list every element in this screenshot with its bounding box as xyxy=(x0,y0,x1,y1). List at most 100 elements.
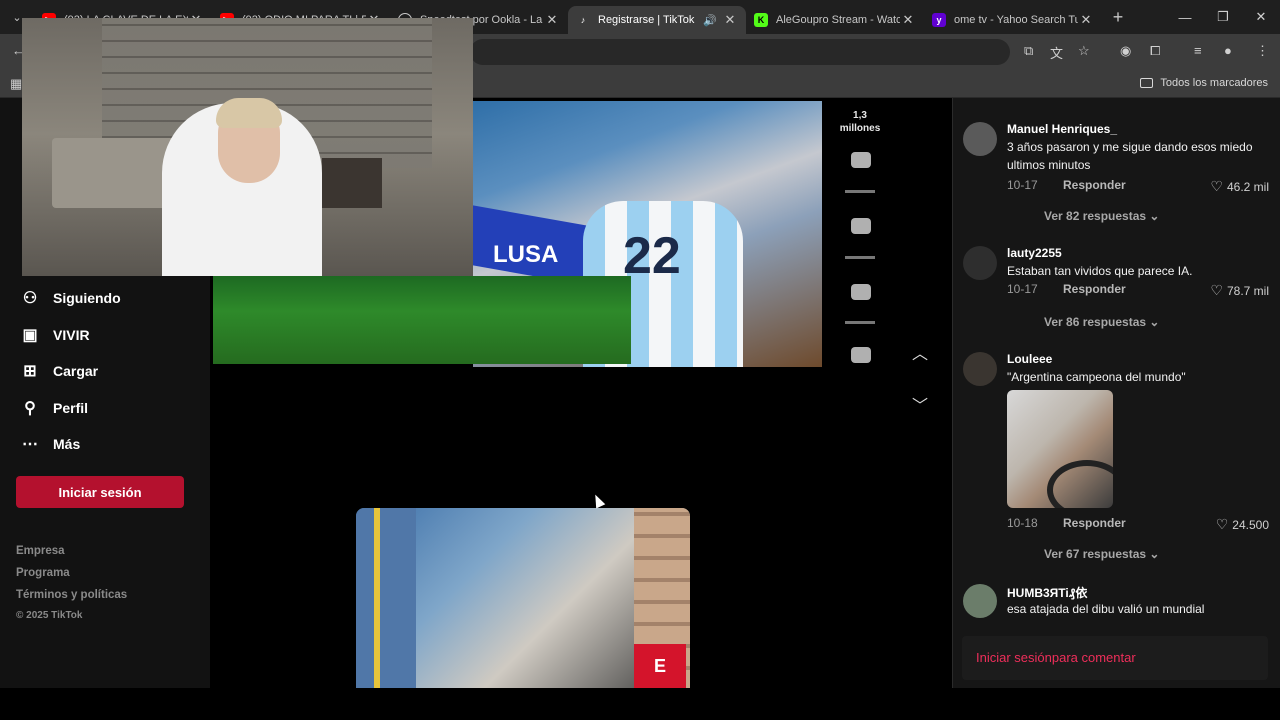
sidebar-item-live[interactable]: ▣ VIVIR xyxy=(20,325,90,345)
avatar[interactable] xyxy=(963,246,997,280)
view-replies-button[interactable]: Ver 86 respuestas ⌄ xyxy=(1044,315,1159,329)
profile-avatar-icon[interactable]: ● xyxy=(1224,43,1232,58)
folder-icon xyxy=(1140,78,1154,88)
install-app-icon[interactable]: ⧉ xyxy=(1024,43,1033,59)
steering-wheel xyxy=(1047,460,1113,508)
live-icon: ▣ xyxy=(22,327,38,344)
webcam-overlay xyxy=(22,18,473,276)
like-count: 46.2 mil xyxy=(1226,179,1269,194)
comment-likes[interactable]: ♡ 24.500 xyxy=(1216,516,1269,533)
tiktok-icon: ♪ xyxy=(580,15,586,25)
all-bookmarks-label: Todos los marcadores xyxy=(1160,77,1268,89)
sidebar-item-label: Más xyxy=(53,436,81,452)
comment-username[interactable]: Louleee xyxy=(1007,352,1052,366)
comment-text: 3 años pasaron y me sigue dando esos mie… xyxy=(1007,140,1253,172)
avatar[interactable] xyxy=(963,584,997,618)
comment-meta: 10-17 Responder ♡ 46.2 mil xyxy=(1007,178,1269,195)
footer-link-company[interactable]: Empresa xyxy=(16,545,65,557)
save-count-bar xyxy=(845,321,875,324)
maximize-icon[interactable]: ❐ xyxy=(1204,0,1242,34)
profile-icon: ⚲ xyxy=(24,400,36,417)
view-replies-label: Ver 82 respuestas xyxy=(1044,209,1147,223)
sidebar-item-label: Perfil xyxy=(53,400,89,416)
sidebar-item-upload[interactable]: ⊞ Cargar xyxy=(20,361,98,381)
all-bookmarks[interactable]: Todos los marcadores xyxy=(1140,77,1268,89)
sidebar-item-label: Siguiendo xyxy=(53,290,121,306)
yahoo-icon: y xyxy=(932,13,946,27)
person-hair xyxy=(216,98,282,128)
tab-title: ome tv - Yahoo Search Tu xyxy=(954,14,1078,26)
like-count: 24.500 xyxy=(1232,517,1269,532)
tab-3[interactable]: ♪ Registrarse | TikTok 🔊 ✕ xyxy=(568,6,746,34)
upload-icon: ⊞ xyxy=(23,363,37,380)
comment-icon[interactable] xyxy=(851,218,871,234)
reply-button[interactable]: Responder xyxy=(1063,178,1210,195)
share-icon[interactable] xyxy=(851,347,871,363)
audio-playing-icon[interactable]: 🔊 xyxy=(702,14,718,27)
next-video-thumbnail[interactable]: E xyxy=(356,508,690,688)
comment-username[interactable]: Manuel Henriques_ xyxy=(1007,122,1117,136)
tab-close-icon[interactable]: ✕ xyxy=(1078,12,1094,28)
avatar[interactable] xyxy=(963,122,997,156)
avatar[interactable] xyxy=(963,352,997,386)
comment-meta: 10-18 Responder ♡ 24.500 xyxy=(1007,516,1269,533)
view-replies-button[interactable]: Ver 82 respuestas ⌄ xyxy=(1044,209,1159,223)
wall xyxy=(356,508,416,688)
tab-4[interactable]: K AleGoupro Stream - Watch ✕ xyxy=(746,6,924,34)
extension-eyes-icon[interactable]: ◉ xyxy=(1120,43,1131,59)
extensions-icon[interactable]: ⧠ xyxy=(1150,43,1160,59)
cardboard-box xyxy=(322,158,382,208)
minimize-icon[interactable]: — xyxy=(1166,0,1204,34)
banner-text: LUSA xyxy=(493,241,559,268)
login-to-comment[interactable]: Iniciar sesiónpara comentar xyxy=(962,636,1268,680)
login-button[interactable]: Iniciar sesión xyxy=(16,476,184,508)
heart-icon: ♡ xyxy=(1210,282,1223,298)
view-replies-label: Ver 67 respuestas xyxy=(1044,547,1147,561)
next-video-chevron-down-icon[interactable]: ﹀ xyxy=(908,392,932,416)
following-icon: ⚇ xyxy=(22,290,38,307)
sidebar-item-following[interactable]: ⚇ Siguiendo xyxy=(20,288,121,308)
sidebar-item-label: VIVIR xyxy=(53,327,90,343)
menu-kebab-icon[interactable]: ⋮ xyxy=(1256,43,1269,59)
view-replies-label: Ver 86 respuestas xyxy=(1044,315,1147,329)
tab-close-icon[interactable]: ✕ xyxy=(722,12,738,28)
heart-icon: ♡ xyxy=(1210,178,1223,194)
more-icon: ⋯ xyxy=(22,436,38,453)
comment-text: "Argentina campeona del mundo" xyxy=(1007,370,1186,384)
view-count: 1,3 millones xyxy=(838,109,882,135)
comment-date: 10-18 xyxy=(1007,516,1038,530)
tab-title: Registrarse | TikTok xyxy=(598,14,695,26)
new-tab-button[interactable]: + xyxy=(1104,7,1132,28)
comment-username[interactable]: HUMB3ЯTi₰依 xyxy=(1007,584,1087,601)
translate-icon[interactable]: 文 xyxy=(1050,43,1063,62)
comment-likes[interactable]: ♡ 46.2 mil xyxy=(1210,178,1269,195)
footer-link-program[interactable]: Programa xyxy=(16,567,70,579)
reply-button[interactable]: Responder xyxy=(1063,282,1210,299)
comment-date: 10-17 xyxy=(1007,178,1038,192)
like-icon[interactable] xyxy=(851,152,871,168)
apps-grid-icon[interactable]: ▦ xyxy=(10,76,22,92)
sidebar-item-profile[interactable]: ⚲ Perfil xyxy=(20,398,88,418)
copyright: © 2025 TikTok xyxy=(16,610,83,621)
previous-video-chevron-up-icon[interactable]: ︿ xyxy=(908,340,932,364)
footer-link-terms[interactable]: Términos y políticas xyxy=(16,589,127,601)
comment-likes[interactable]: ♡ 78.7 mil xyxy=(1210,282,1269,299)
tab-close-icon[interactable]: ✕ xyxy=(544,12,560,28)
view-replies-button[interactable]: Ver 67 respuestas ⌄ xyxy=(1044,547,1159,561)
comment-username[interactable]: lauty2255 xyxy=(1007,246,1062,260)
comment-image[interactable] xyxy=(1007,390,1113,508)
like-count: 78.7 mil xyxy=(1226,283,1269,298)
address-bar[interactable] xyxy=(470,39,1010,65)
bottom-bar xyxy=(0,688,1280,720)
tab-5[interactable]: y ome tv - Yahoo Search Tu ✕ xyxy=(924,6,1102,34)
comment-count-bar xyxy=(845,256,875,259)
bookmark-star-icon[interactable]: ☆ xyxy=(1078,43,1090,59)
tab-close-icon[interactable]: ✕ xyxy=(900,12,916,28)
media-controls-icon[interactable]: ≡ xyxy=(1194,43,1202,58)
sidebar-item-more[interactable]: ⋯ Más xyxy=(20,434,80,454)
save-icon[interactable] xyxy=(851,284,871,300)
close-window-icon[interactable]: ✕ xyxy=(1242,0,1280,34)
comment-date: 10-17 xyxy=(1007,282,1038,296)
comment-text: esa atajada del dibu valió un mundial xyxy=(1007,602,1205,616)
reply-button[interactable]: Responder xyxy=(1063,516,1216,533)
